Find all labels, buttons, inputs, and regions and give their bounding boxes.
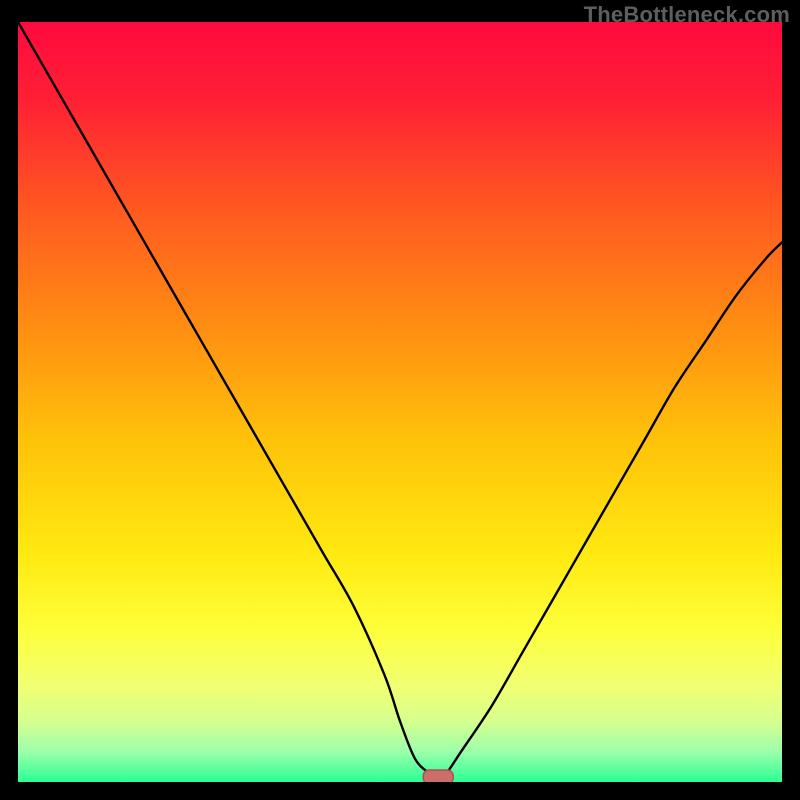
minimum-marker [423,770,453,782]
bottleneck-plot [18,22,782,782]
chart-frame: TheBottleneck.com [0,0,800,800]
watermark-text: TheBottleneck.com [584,2,790,28]
plot-svg [18,22,782,782]
